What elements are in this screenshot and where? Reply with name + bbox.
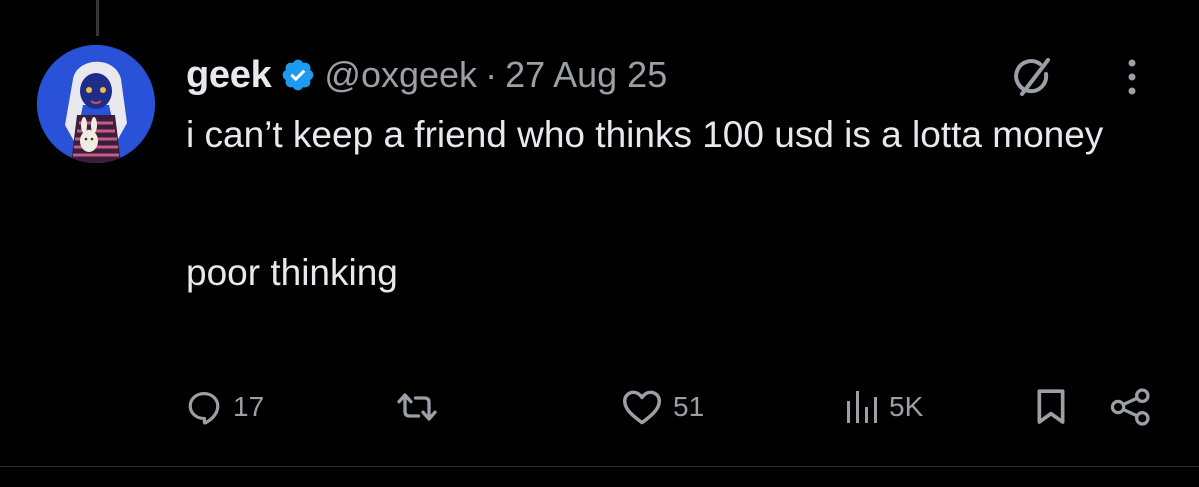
views-count: 5K [889, 391, 924, 422]
reply-button[interactable]: 17 [185, 382, 264, 432]
user-handle[interactable]: @oxgeek [324, 54, 477, 96]
reply-count: 17 [233, 391, 265, 422]
tweet-text: i can’t keep a friend who thinks 100 usd… [186, 112, 1126, 296]
tweet-text-paragraph: i can’t keep a friend who thinks 100 usd… [186, 114, 1104, 155]
separator-dot: · [485, 54, 498, 95]
tweet-action-bar: 17 51 5K [0, 382, 1199, 432]
tweet-text-paragraph: poor thinking [186, 252, 398, 293]
tweet-divider [0, 466, 1199, 467]
share-icon [1110, 387, 1152, 427]
bookmark-icon [1033, 387, 1069, 427]
thread-connector-line [96, 0, 99, 36]
share-button[interactable] [1110, 382, 1152, 432]
views-button[interactable]: 5K [845, 382, 923, 432]
bookmark-button[interactable] [1033, 382, 1069, 432]
avatar[interactable] [37, 45, 155, 163]
like-button[interactable]: 51 [621, 382, 704, 432]
avatar-image [37, 45, 155, 163]
more-options-icon[interactable] [1056, 57, 1138, 97]
verified-badge-icon[interactable] [280, 57, 316, 93]
tweet-header-actions [1010, 54, 1138, 100]
grok-icon[interactable] [1010, 54, 1056, 100]
repost-icon [396, 388, 438, 426]
tweet-header: geek @oxgeek · 27 Aug 25 [186, 50, 667, 100]
reply-icon [185, 388, 223, 426]
display-name[interactable]: geek [186, 54, 272, 97]
repost-button[interactable] [396, 382, 448, 432]
views-icon [845, 389, 879, 425]
tweet-date[interactable]: 27 Aug 25 [505, 54, 667, 96]
like-count: 51 [673, 391, 705, 422]
heart-icon [621, 388, 663, 426]
